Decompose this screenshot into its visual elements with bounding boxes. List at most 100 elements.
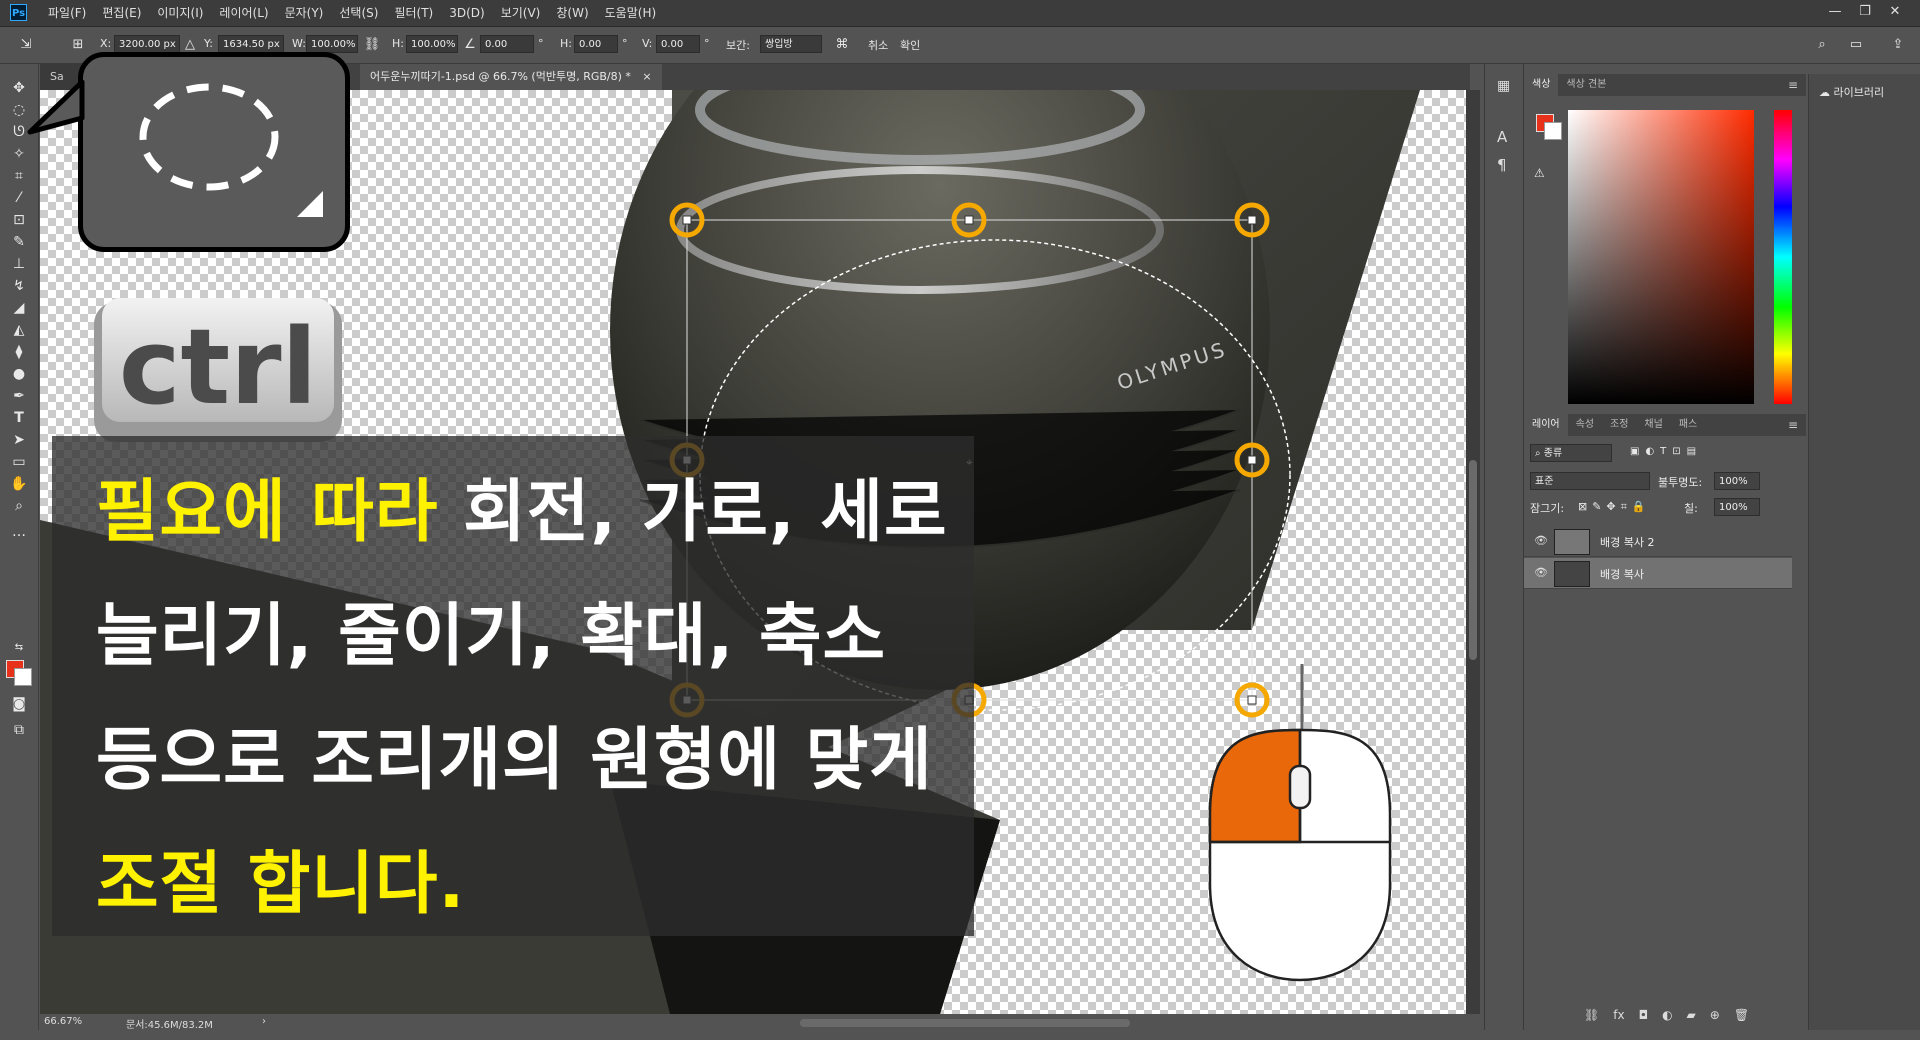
- link-layers-icon[interactable]: ⛓: [1584, 1008, 1599, 1022]
- document-tab-active[interactable]: 어두운누끼따기-1.psd @ 66.7% (먹반투명, RGB/8) * ×: [360, 64, 662, 90]
- rotate-angle-icon: ∠: [464, 37, 476, 52]
- w-input[interactable]: 100.00%: [306, 35, 358, 53]
- visibility-eye-icon[interactable]: 👁: [1534, 534, 1548, 547]
- zoom-level[interactable]: 66.67%: [44, 1016, 82, 1027]
- swap-colors-icon[interactable]: ⇆: [8, 638, 30, 658]
- warp-icon[interactable]: ⌘: [832, 35, 852, 55]
- fill-input[interactable]: 100%: [1714, 498, 1760, 516]
- tab-adjustments[interactable]: 조정: [1602, 414, 1636, 436]
- menu-filter[interactable]: 필터(T): [386, 0, 441, 26]
- link-icon[interactable]: ⛓: [362, 35, 382, 55]
- cancel-transform-button[interactable]: 취소: [868, 37, 888, 53]
- frame-tool-icon[interactable]: ⊡: [8, 210, 30, 230]
- restore-button[interactable]: ❐: [1850, 0, 1880, 26]
- marquee-tool-callout: [78, 52, 350, 252]
- new-group-icon[interactable]: ▰: [1687, 1008, 1696, 1022]
- close-tab-icon[interactable]: ×: [642, 70, 651, 83]
- new-layer-icon[interactable]: ⊕: [1710, 1008, 1720, 1022]
- reference-point-icon[interactable]: ⊞: [68, 35, 88, 55]
- instruction-caption: 필요에 따라 회전, 가로, 세로 늘리기, 줄이기, 확대, 축소 등으로 조…: [52, 436, 974, 936]
- panel-menu-icon[interactable]: ≡: [1788, 78, 1798, 92]
- quick-mask-icon[interactable]: ◙: [8, 694, 30, 714]
- close-button[interactable]: ✕: [1880, 0, 1910, 26]
- paragraph-panel-icon[interactable]: ¶: [1497, 156, 1507, 174]
- menu-type[interactable]: 문자(Y): [277, 0, 332, 26]
- tab-channels[interactable]: 채널: [1636, 414, 1670, 436]
- background-color-swatch[interactable]: [14, 668, 32, 686]
- panel-background-swatch[interactable]: [1544, 122, 1562, 140]
- layers-menu-icon[interactable]: ≡: [1788, 418, 1798, 432]
- workspace-icon[interactable]: ▭: [1846, 35, 1866, 55]
- crop-tool-icon[interactable]: ⌗: [8, 166, 30, 186]
- x-label: X:: [100, 37, 112, 50]
- tab-color[interactable]: 색상: [1524, 74, 1559, 96]
- blur-tool-icon[interactable]: ⧫: [8, 342, 30, 362]
- hue-slider[interactable]: [1774, 110, 1792, 404]
- h-input[interactable]: 100.00%: [406, 35, 458, 53]
- menu-select[interactable]: 선택(S): [331, 0, 386, 26]
- clone-stamp-tool-icon[interactable]: ⊥: [8, 254, 30, 274]
- tab-paths[interactable]: 패스: [1671, 414, 1705, 436]
- hskew-input[interactable]: 0.00: [574, 35, 618, 53]
- w-label: W:: [292, 37, 306, 50]
- character-panel-icon[interactable]: A: [1497, 128, 1507, 146]
- search-icon[interactable]: ⌕: [1812, 35, 1832, 55]
- adjustment-layer-icon[interactable]: ◐: [1662, 1008, 1672, 1022]
- layer-name: 배경 복사: [1600, 568, 1644, 581]
- hand-tool-icon[interactable]: ✋: [8, 474, 30, 494]
- menu-edit[interactable]: 편집(E): [94, 0, 149, 26]
- menu-help[interactable]: 도움말(H): [597, 0, 665, 26]
- more-tools-icon[interactable]: …: [8, 522, 30, 542]
- minimize-button[interactable]: —: [1820, 0, 1850, 26]
- tab-swatches[interactable]: 색상 견본: [1558, 74, 1614, 96]
- path-selection-tool-icon[interactable]: ➤: [8, 430, 30, 450]
- eyedropper-tool-icon[interactable]: ⁄: [8, 188, 30, 208]
- libraries-tab[interactable]: ☁ 라이브러리: [1819, 84, 1884, 100]
- pen-tool-icon[interactable]: ✒: [8, 386, 30, 406]
- y-input[interactable]: 1634.50 px: [218, 35, 284, 53]
- menu-view[interactable]: 보기(V): [493, 0, 549, 26]
- filter-icons[interactable]: ▣◐T⊡▤: [1630, 446, 1702, 457]
- interpolation-select[interactable]: 쌍입방: [760, 35, 822, 53]
- layer-filter-select[interactable]: ⌕ 종류: [1530, 444, 1612, 462]
- layer-row[interactable]: 👁 배경 복사 2: [1524, 526, 1792, 557]
- rectangle-tool-icon[interactable]: ▭: [8, 452, 30, 472]
- visibility-eye-icon[interactable]: 👁: [1534, 566, 1548, 579]
- magic-wand-tool-icon[interactable]: ✧: [8, 144, 30, 164]
- layer-style-icon[interactable]: fx: [1613, 1008, 1624, 1022]
- vskew-input[interactable]: 0.00: [656, 35, 700, 53]
- tab-properties[interactable]: 속성: [1568, 414, 1602, 436]
- callout-pointer: [27, 80, 85, 135]
- menu-image[interactable]: 이미지(I): [149, 0, 211, 26]
- horizontal-scroll-thumb[interactable]: [800, 1019, 1130, 1027]
- screen-mode-icon[interactable]: ⧉: [8, 720, 30, 740]
- menu-file[interactable]: 파일(F): [40, 0, 94, 26]
- menu-window[interactable]: 창(W): [548, 0, 596, 26]
- type-tool-icon[interactable]: T: [8, 408, 30, 428]
- dodge-tool-icon[interactable]: ●: [8, 364, 30, 384]
- opacity-input[interactable]: 100%: [1714, 472, 1760, 490]
- lock-icons[interactable]: ⊠✎✥⌗🔒: [1578, 500, 1651, 514]
- scroll-thumb[interactable]: [1469, 460, 1477, 660]
- tab-layers[interactable]: 레이어: [1524, 414, 1568, 436]
- zoom-tool-icon[interactable]: ⌕: [8, 496, 30, 516]
- x-input[interactable]: 3200.00 px: [114, 35, 180, 53]
- history-brush-tool-icon[interactable]: ↯: [8, 276, 30, 296]
- history-icon[interactable]: ▦: [1497, 78, 1510, 94]
- delete-layer-icon[interactable]: 🗑: [1734, 1008, 1749, 1022]
- menu-3d[interactable]: 3D(D): [441, 0, 492, 26]
- vertical-scrollbar[interactable]: [1466, 90, 1480, 1014]
- layer-row-selected[interactable]: 👁 배경 복사: [1524, 558, 1792, 589]
- menu-layer[interactable]: 레이어(L): [211, 0, 276, 26]
- status-arrow-icon[interactable]: ›: [262, 1016, 266, 1027]
- blend-mode-select[interactable]: 표준: [1530, 472, 1650, 490]
- color-picker-field[interactable]: [1568, 110, 1754, 404]
- transform-tool-icon[interactable]: ⇲: [16, 35, 36, 55]
- paint-bucket-tool-icon[interactable]: ◭: [8, 320, 30, 340]
- add-mask-icon[interactable]: ◘: [1639, 1008, 1649, 1022]
- share-icon[interactable]: ⇪: [1888, 35, 1908, 55]
- brush-tool-icon[interactable]: ✎: [8, 232, 30, 252]
- angle-input[interactable]: 0.00: [480, 35, 534, 53]
- eraser-tool-icon[interactable]: ◢: [8, 298, 30, 318]
- commit-transform-button[interactable]: 확인: [900, 37, 920, 53]
